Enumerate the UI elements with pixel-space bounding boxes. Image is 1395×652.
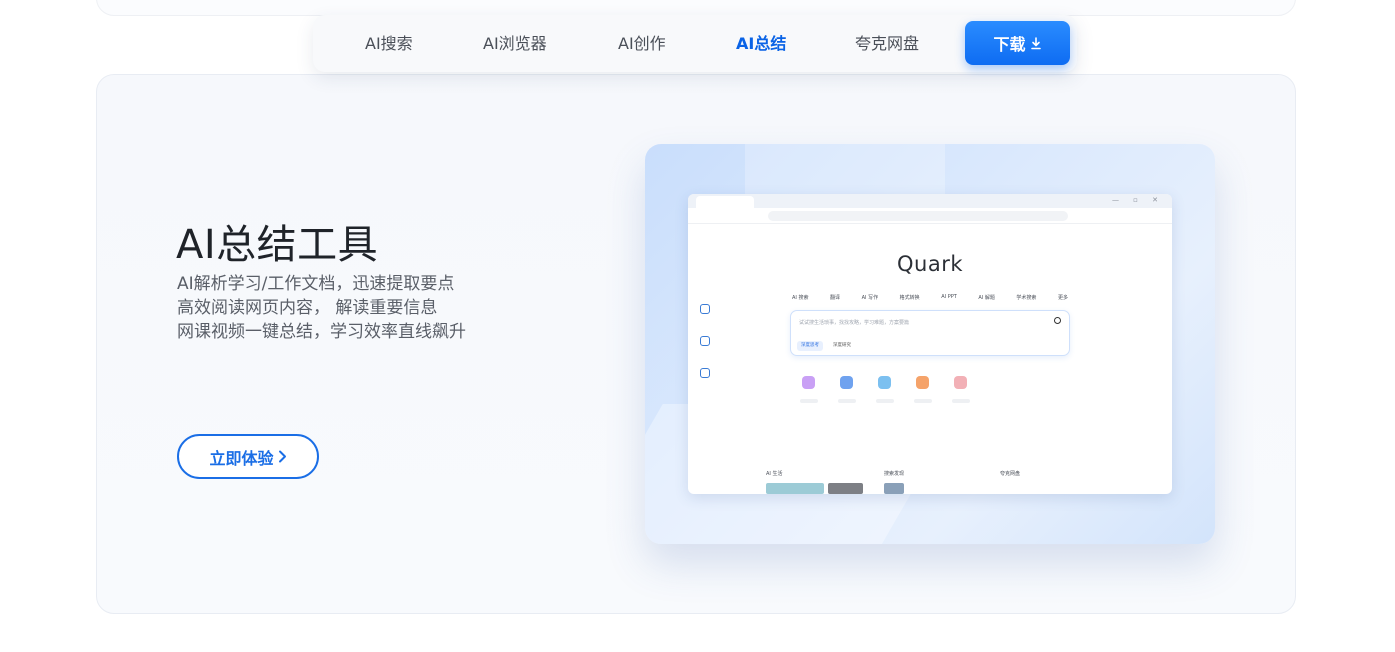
try-now-button[interactable]: 立即体验	[177, 434, 319, 479]
thumbnail	[884, 483, 904, 494]
window-controls: — ▫ ✕	[1111, 196, 1164, 204]
feature-desc-line: 网课视频一键总结，学习效率直线飙升	[177, 322, 466, 342]
chip: 更多	[1057, 295, 1068, 301]
feature-desc-line: AI解析学习/工作文档，迅速提取要点	[177, 274, 455, 294]
shortcut-tile	[914, 376, 932, 403]
download-label: 下载	[993, 35, 1026, 54]
section-title: AI 生活	[766, 471, 783, 477]
chevron-right-icon	[278, 450, 286, 463]
chip: AI 搜索	[792, 295, 809, 301]
chip: 翻译	[830, 295, 841, 301]
feature-nav: AI搜索 AI浏览器 AI创作 AI总结 夸克网盘 下载	[313, 15, 1077, 72]
feature-desc-line: 高效阅读网页内容， 解读重要信息	[177, 298, 438, 318]
mock-search-tools: 深度思考 深度研究	[797, 341, 855, 351]
shortcut-tile	[876, 376, 894, 403]
deep-think-pill: 深度思考	[797, 341, 823, 351]
chat-icon	[700, 368, 710, 378]
browser-address-bar	[688, 208, 1172, 224]
bookmark-icon	[700, 336, 710, 346]
nav-tab-ai-create[interactable]: AI创作	[618, 15, 666, 72]
thumbnail	[828, 483, 863, 494]
browser-sidebar	[696, 304, 716, 400]
search-icon	[1054, 317, 1061, 324]
deep-research-pill: 深度研究	[833, 343, 851, 348]
nav-tab-ai-browser[interactable]: AI浏览器	[483, 15, 547, 72]
section-title: 夸克网盘	[1000, 471, 1021, 477]
feature-title: AI总结工具	[176, 222, 379, 268]
shortcut-tile	[952, 376, 970, 403]
browser-tabbar: — ▫ ✕	[688, 194, 1172, 208]
nav-tab-quark-drive[interactable]: 夸克网盘	[855, 15, 919, 72]
previous-section-card	[96, 0, 1296, 16]
try-now-label: 立即体验	[209, 448, 274, 468]
chip: 格式转换	[899, 295, 920, 301]
feature-chips: AI 搜索 翻译 AI 写作 格式转换 AI PPT AI 解题 学术搜索 更多	[792, 294, 1068, 304]
shortcut-tiles	[800, 376, 970, 403]
chip: AI PPT	[941, 294, 957, 300]
cloud-icon	[700, 304, 710, 314]
address-field	[768, 211, 1068, 221]
download-button[interactable]: 下载	[965, 21, 1070, 65]
feature-description: AI解析学习/工作文档，迅速提取要点 高效阅读网页内容， 解读重要信息 网课视频…	[177, 272, 466, 344]
bottom-sections: AI 生活 搜索发现 夸克网盘	[688, 470, 1172, 494]
thumbnail	[766, 483, 824, 494]
nav-tab-ai-search[interactable]: AI搜索	[365, 15, 413, 72]
browser-tab	[696, 196, 754, 208]
shortcut-tile	[838, 376, 856, 403]
chip: AI 写作	[861, 295, 879, 301]
download-icon	[1030, 36, 1041, 49]
shortcut-tile	[800, 376, 818, 403]
quark-logo: Quark	[896, 252, 963, 276]
product-screenshot: — ▫ ✕ Quark AI 搜索 翻译 AI 写作 格式转换 AI PPT A…	[645, 144, 1215, 544]
mock-search-box: 试试搜生活琐事，找找攻略，学习难题，方案要篇 深度思考 深度研究	[790, 310, 1070, 356]
mock-search-placeholder: 试试搜生活琐事，找找攻略，学习难题，方案要篇	[799, 320, 910, 326]
nav-tab-ai-summary[interactable]: AI总结	[736, 15, 786, 72]
chip: 学术搜索	[1016, 295, 1037, 301]
chip: AI 解题	[978, 295, 995, 301]
section-title: 搜索发现	[884, 471, 905, 477]
browser-mockup: — ▫ ✕ Quark AI 搜索 翻译 AI 写作 格式转换 AI PPT A…	[688, 194, 1172, 494]
